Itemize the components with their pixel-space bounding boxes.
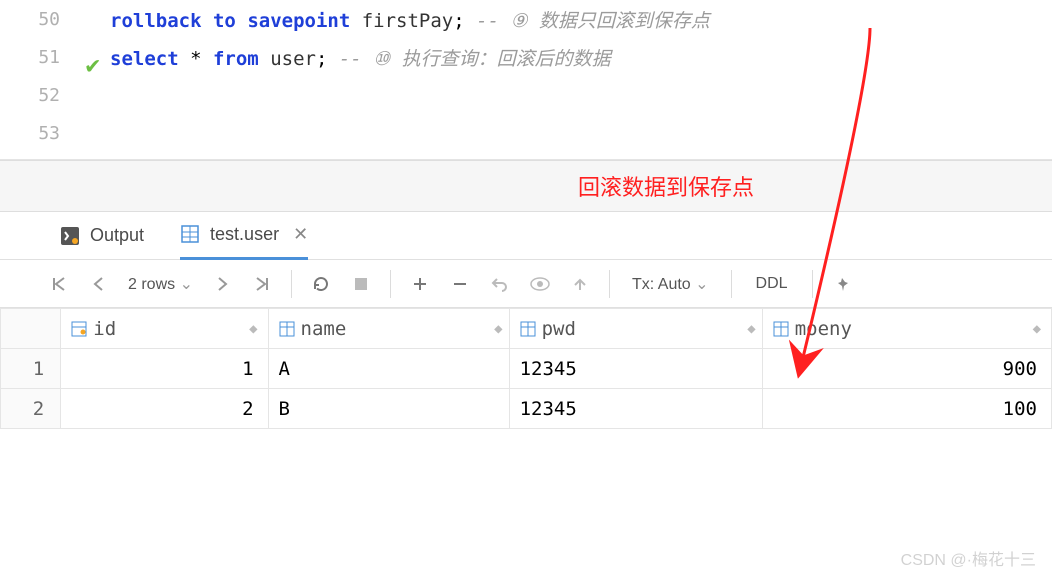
table-row[interactable]: 2 2 B 12345 100	[1, 389, 1052, 429]
column-header-name[interactable]: name◆	[268, 309, 509, 349]
close-icon[interactable]: ✕	[293, 224, 308, 245]
row-number: 1	[1, 349, 61, 389]
result-grid[interactable]: id◆ name◆ pwd◆ moeny◆ 1 1 A 12345 900 2 …	[0, 308, 1052, 429]
cell[interactable]: 1	[61, 349, 268, 389]
line-number: 53	[0, 123, 110, 144]
sort-icon: ◆	[494, 321, 498, 337]
result-toolbar: 2 rows ⌄ Tx: Auto ⌄ DDL	[0, 260, 1052, 308]
column-header-money[interactable]: moeny◆	[762, 309, 1051, 349]
preview-button[interactable]	[523, 267, 557, 301]
column-header-id[interactable]: id◆	[61, 309, 268, 349]
line-number: 52	[0, 85, 110, 106]
first-page-button[interactable]	[42, 267, 76, 301]
line-number: 51✔	[0, 47, 110, 68]
line-number: 50	[0, 9, 110, 30]
next-page-button[interactable]	[205, 267, 239, 301]
code-line: 52	[0, 76, 1052, 114]
result-tabs: Output test.user ✕	[0, 212, 1052, 260]
prev-page-button[interactable]	[82, 267, 116, 301]
chevron-down-icon: ⌄	[695, 276, 708, 293]
key-column-icon	[71, 321, 87, 337]
code-line: 53	[0, 114, 1052, 152]
remove-row-button[interactable]	[443, 267, 477, 301]
chevron-down-icon: ⌄	[180, 276, 193, 293]
row-count-label[interactable]: 2 rows ⌄	[122, 274, 199, 294]
tab-label: Output	[90, 225, 144, 246]
sort-icon: ◆	[747, 321, 751, 337]
table-row[interactable]: 1 1 A 12345 900	[1, 349, 1052, 389]
column-icon	[773, 321, 789, 337]
column-icon	[279, 321, 295, 337]
panel-divider[interactable]	[0, 160, 1052, 212]
column-icon	[520, 321, 536, 337]
sort-icon: ◆	[1033, 321, 1037, 337]
revert-button[interactable]	[483, 267, 517, 301]
cell[interactable]: A	[268, 349, 509, 389]
cell[interactable]: B	[268, 389, 509, 429]
cell[interactable]: 900	[762, 349, 1051, 389]
code-line: 50 rollback to savepoint firstPay; -- ⑨ …	[0, 0, 1052, 38]
ddl-button[interactable]: DDL	[744, 275, 800, 293]
cell[interactable]: 100	[762, 389, 1051, 429]
code-line: 51✔ select * from user; -- ⑩ 执行查询：回滚后的数据	[0, 38, 1052, 76]
console-icon	[60, 226, 80, 246]
annotation-text: 回滚数据到保存点	[578, 170, 754, 202]
column-header-pwd[interactable]: pwd◆	[509, 309, 762, 349]
pin-button[interactable]	[825, 267, 859, 301]
table-icon	[180, 224, 200, 244]
tab-label: test.user	[210, 224, 279, 245]
last-page-button[interactable]	[245, 267, 279, 301]
stop-button[interactable]	[344, 267, 378, 301]
tab-output[interactable]: Output	[60, 212, 144, 260]
tx-mode-dropdown[interactable]: Tx: Auto ⌄	[622, 274, 719, 294]
row-number: 2	[1, 389, 61, 429]
sql-editor[interactable]: 50 rollback to savepoint firstPay; -- ⑨ …	[0, 0, 1052, 160]
commit-button[interactable]	[563, 267, 597, 301]
rownum-header	[1, 309, 61, 349]
add-row-button[interactable]	[403, 267, 437, 301]
watermark: CSDN @·梅花十三	[901, 546, 1036, 570]
cell[interactable]: 12345	[509, 389, 762, 429]
cell[interactable]: 2	[61, 389, 268, 429]
sort-icon: ◆	[249, 321, 253, 337]
cell[interactable]: 12345	[509, 349, 762, 389]
reload-button[interactable]	[304, 267, 338, 301]
tab-result[interactable]: test.user ✕	[180, 212, 308, 260]
executed-check-icon: ✔	[86, 51, 100, 79]
